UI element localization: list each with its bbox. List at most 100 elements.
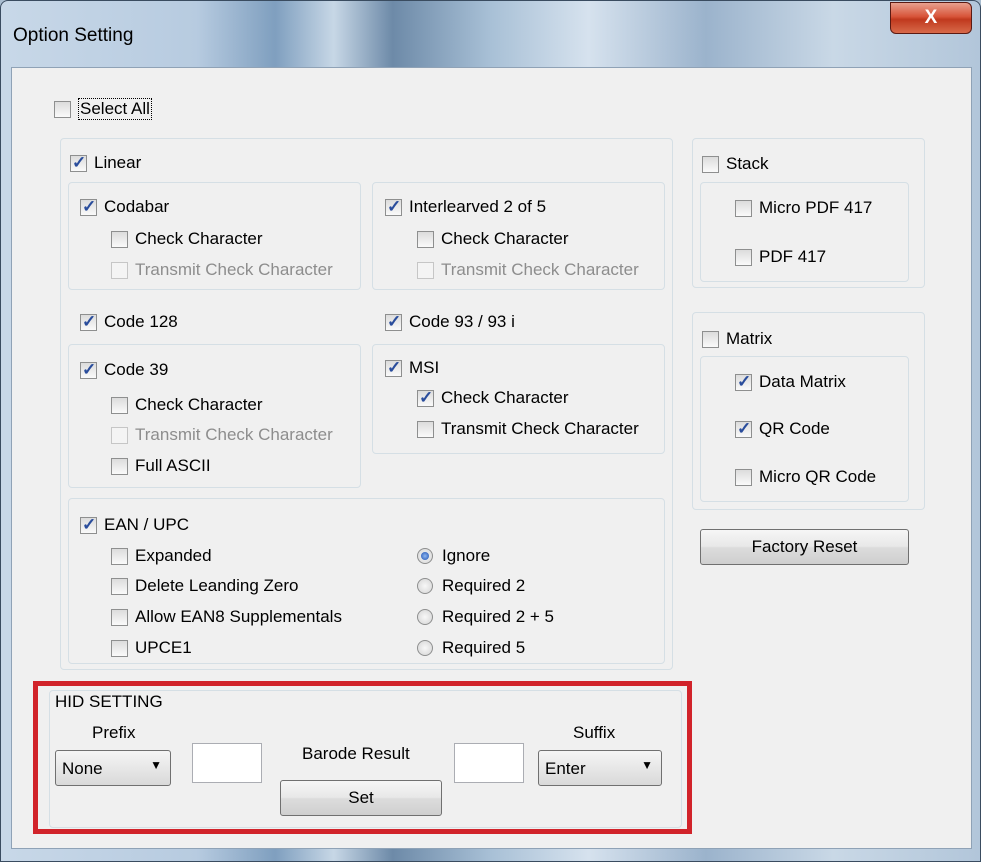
pdf417-label: PDF 417 [759, 247, 827, 266]
checkbox-icon [70, 153, 87, 173]
qr-code-label: QR Code [759, 419, 830, 438]
full-ascii-label: Full ASCII [135, 456, 211, 475]
codabar-check-character-checkbox[interactable]: Check Character [111, 229, 263, 249]
expanded-checkbox[interactable]: Expanded [111, 546, 212, 566]
transmit-check-character-label: Transmit Check Character [441, 260, 639, 279]
micro-qr-code-label: Micro QR Code [759, 467, 877, 486]
checkbox-icon [417, 388, 434, 408]
interleaved-check-character-checkbox[interactable]: Check Character [417, 229, 569, 249]
checkbox-icon [385, 358, 402, 378]
allow-ean8-checkbox[interactable]: Allow EAN8 Supplementals [111, 607, 342, 627]
check-character-label: Check Character [441, 229, 569, 248]
interleaved-2of5-checkbox[interactable]: Interlearved 2 of 5 [385, 197, 546, 217]
required-2-5-label: Required 2 + 5 [442, 607, 554, 626]
ignore-radio[interactable]: Ignore [417, 546, 490, 566]
upce1-checkbox[interactable]: UPCE1 [111, 638, 192, 658]
interleaved-transmit-checkbox: Transmit Check Character [417, 260, 639, 280]
code39-checkbox[interactable]: Code 39 [80, 360, 168, 380]
checkbox-icon [735, 419, 752, 439]
checkbox-icon [111, 639, 128, 657]
checkbox-icon [385, 197, 402, 217]
linear-checkbox[interactable]: Linear [70, 153, 141, 173]
checkbox-icon [80, 515, 97, 535]
checkbox-icon [80, 360, 97, 380]
window-title: Option Setting [13, 25, 134, 46]
required-5-label: Required 5 [442, 638, 526, 657]
checkbox-icon [417, 420, 434, 438]
checkbox-icon [80, 312, 97, 332]
codabar-transmit-checkbox: Transmit Check Character [111, 260, 333, 280]
pdf417-checkbox[interactable]: PDF 417 [735, 247, 826, 267]
codabar-checkbox[interactable]: Codabar [80, 197, 169, 217]
stack-inner-group [700, 182, 909, 282]
select-all-checkbox[interactable]: Select All [54, 98, 152, 120]
factory-reset-button[interactable]: Factory Reset [700, 529, 909, 565]
checkbox-icon [111, 457, 128, 475]
interleaved-label: Interlearved 2 of 5 [409, 197, 547, 216]
allow-ean8-label: Allow EAN8 Supplementals [135, 607, 342, 626]
ignore-label: Ignore [442, 546, 491, 565]
code128-label: Code 128 [104, 312, 178, 331]
checkbox-icon [111, 230, 128, 248]
micro-qr-code-checkbox[interactable]: Micro QR Code [735, 467, 876, 487]
code39-check-character-checkbox[interactable]: Check Character [111, 395, 263, 415]
msi-check-character-checkbox[interactable]: Check Character [417, 388, 569, 408]
required-2-5-radio[interactable]: Required 2 + 5 [417, 607, 554, 627]
code93-checkbox[interactable]: Code 93 / 93 i [385, 312, 515, 332]
transmit-check-character-label: Transmit Check Character [441, 419, 639, 438]
checkbox-icon [111, 577, 128, 595]
checkbox-icon [735, 199, 752, 217]
checkbox-icon [385, 312, 402, 332]
upce1-label: UPCE1 [135, 638, 192, 657]
code93-label: Code 93 / 93 i [409, 312, 515, 331]
transmit-check-character-label: Transmit Check Character [135, 425, 333, 444]
title-bar[interactable]: Option Setting X [1, 1, 980, 67]
checkbox-icon [111, 547, 128, 565]
checkbox-icon [702, 330, 719, 348]
delete-leading-zero-label: Delete Leanding Zero [135, 576, 299, 595]
msi-transmit-checkbox[interactable]: Transmit Check Character [417, 419, 639, 439]
checkbox-icon [417, 230, 434, 248]
radio-icon [417, 640, 433, 656]
checkbox-icon [111, 426, 128, 444]
code39-full-ascii-checkbox[interactable]: Full ASCII [111, 456, 211, 476]
msi-label: MSI [409, 358, 440, 377]
ean-upc-label: EAN / UPC [104, 515, 190, 534]
data-matrix-checkbox[interactable]: Data Matrix [735, 372, 846, 392]
stack-checkbox[interactable]: Stack [702, 154, 769, 174]
transmit-check-character-label: Transmit Check Character [135, 260, 333, 279]
close-button[interactable]: X [890, 2, 972, 34]
check-character-label: Check Character [135, 229, 263, 248]
check-character-label: Check Character [135, 395, 263, 414]
radio-icon [417, 548, 433, 564]
linear-label: Linear [94, 153, 142, 172]
matrix-checkbox[interactable]: Matrix [702, 329, 772, 349]
delete-leading-zero-checkbox[interactable]: Delete Leanding Zero [111, 576, 299, 596]
micro-pdf417-checkbox[interactable]: Micro PDF 417 [735, 198, 872, 218]
code39-label: Code 39 [104, 360, 169, 379]
matrix-label: Matrix [726, 329, 773, 348]
checkbox-icon [735, 248, 752, 266]
option-setting-window: Option Setting X Select All Linear Codab… [0, 0, 981, 862]
expanded-label: Expanded [135, 546, 212, 565]
ean-upc-checkbox[interactable]: EAN / UPC [80, 515, 189, 535]
checkbox-icon [54, 100, 71, 118]
checkbox-icon [417, 261, 434, 279]
checkbox-icon [111, 261, 128, 279]
qr-code-checkbox[interactable]: QR Code [735, 419, 830, 439]
highlight-box [33, 681, 692, 834]
checkbox-icon [111, 396, 128, 414]
checkbox-icon [111, 608, 128, 626]
checkbox-icon [735, 372, 752, 392]
required-2-radio[interactable]: Required 2 [417, 576, 525, 596]
required-5-radio[interactable]: Required 5 [417, 638, 525, 658]
micro-pdf417-label: Micro PDF 417 [759, 198, 873, 217]
checkbox-icon [80, 197, 97, 217]
code128-checkbox[interactable]: Code 128 [80, 312, 178, 332]
check-character-label: Check Character [441, 388, 569, 407]
msi-checkbox[interactable]: MSI [385, 358, 439, 378]
data-matrix-label: Data Matrix [759, 372, 846, 391]
checkbox-icon [735, 468, 752, 486]
select-all-label: Select All [78, 98, 152, 120]
stack-label: Stack [726, 154, 769, 173]
